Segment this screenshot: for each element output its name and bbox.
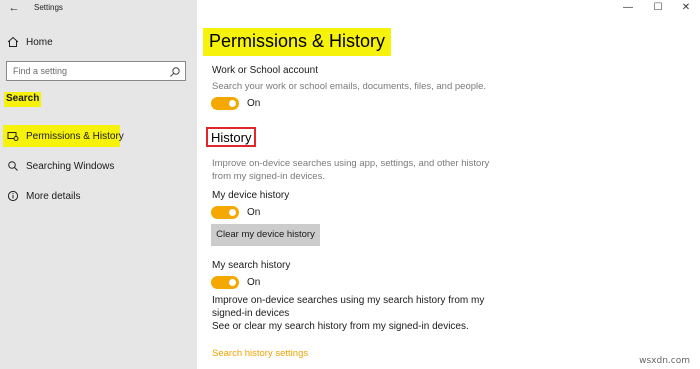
- home-icon: [6, 35, 20, 49]
- permissions-icon: [6, 129, 20, 143]
- search-icon: [6, 159, 20, 173]
- search-placeholder: Find a setting: [13, 66, 68, 76]
- search-history-toggle-state: On: [247, 277, 261, 288]
- work-account-label: Work or School account: [212, 65, 318, 76]
- sidebar-item-label: Home: [26, 36, 53, 48]
- device-history-label: My device history: [212, 190, 290, 201]
- info-icon: [6, 189, 20, 203]
- sidebar-section-title: Search: [4, 92, 42, 107]
- watermark: wsxdn.com: [639, 356, 690, 366]
- search-history-info-line1: Improve on-device searches using my sear…: [212, 295, 485, 306]
- close-button[interactable]: ✕: [672, 0, 700, 16]
- maximize-button[interactable]: ☐: [644, 0, 672, 16]
- sidebar-item-label: Searching Windows: [26, 160, 115, 172]
- sidebar: ← Settings Home Find a setting Search Pe…: [0, 0, 197, 369]
- sidebar-item-label: More details: [26, 190, 81, 202]
- search-history-label: My search history: [212, 260, 291, 271]
- history-description-line2: from my signed-in devices.: [212, 171, 325, 182]
- app-title: Settings: [34, 3, 63, 12]
- device-history-toggle-state: On: [247, 207, 261, 218]
- sidebar-item-searching-windows[interactable]: Searching Windows: [0, 154, 197, 178]
- sidebar-item-permissions[interactable]: Permissions & History: [0, 124, 197, 148]
- search-history-settings-link[interactable]: Search history settings: [212, 348, 308, 359]
- search-history-toggle[interactable]: [211, 276, 239, 289]
- search-history-info-line2: signed-in devices: [212, 308, 290, 319]
- back-arrow-icon[interactable]: ←: [6, 1, 22, 15]
- title-bar: ← Settings: [0, 0, 197, 18]
- page-title: Permissions & History: [203, 28, 392, 56]
- search-icon[interactable]: [169, 65, 181, 77]
- clear-device-history-button[interactable]: Clear my device history: [211, 224, 320, 246]
- sidebar-item-more-details[interactable]: More details: [0, 184, 197, 208]
- work-account-toggle[interactable]: [211, 97, 239, 110]
- work-account-toggle-state: On: [247, 98, 261, 109]
- find-setting-input[interactable]: Find a setting: [6, 61, 186, 81]
- history-heading: History: [206, 127, 257, 147]
- work-account-description: Search your work or school emails, docum…: [212, 81, 487, 92]
- sidebar-item-label: Permissions & History: [26, 130, 124, 142]
- search-history-info-line3: See or clear my search history from my s…: [212, 321, 469, 332]
- sidebar-item-home[interactable]: Home: [0, 30, 197, 54]
- history-description-line1: Improve on-device searches using app, se…: [212, 158, 490, 169]
- device-history-toggle[interactable]: [211, 206, 239, 219]
- minimize-button[interactable]: —: [614, 0, 642, 16]
